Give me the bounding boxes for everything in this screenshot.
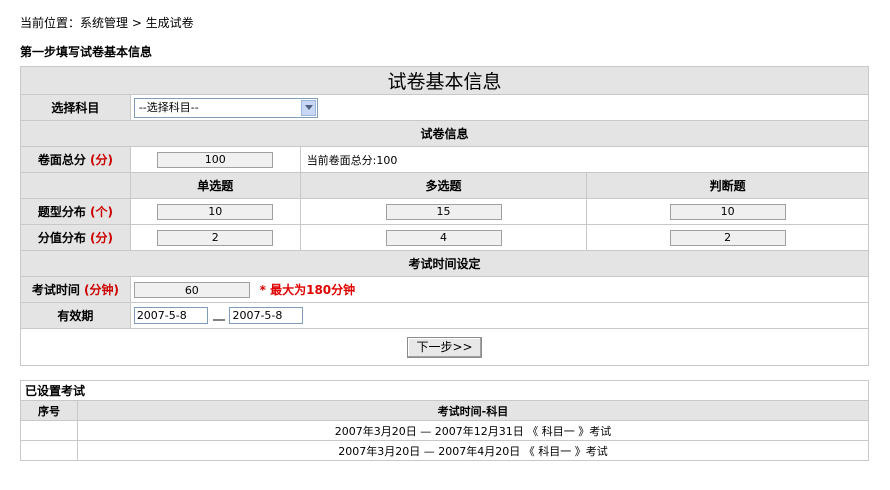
question-count-label: 题型分布 (个)	[20, 198, 131, 225]
validity-end-field[interactable]	[229, 307, 304, 324]
total-score-label: 卷面总分 (分)	[20, 146, 131, 173]
breadcrumb: 当前位置：系统管理 > 生成试卷	[20, 16, 194, 30]
validity-start-field[interactable]	[133, 307, 208, 324]
date-range-dash	[212, 319, 225, 320]
paper-info-table: 试卷基本信息 选择科目 --选择科目-- 试卷信息 卷面总分 (分) 当前卷面总…	[20, 66, 870, 366]
configured-exams-title: 已设置考试	[20, 380, 869, 401]
true-false-count-field[interactable]	[669, 203, 786, 220]
exam-index	[20, 440, 78, 461]
column-index: 序号	[20, 400, 78, 421]
single-choice-score-field[interactable]	[157, 229, 274, 246]
column-multi-choice: 多选题	[299, 172, 588, 199]
duration-max-note: * 最大为180分钟	[259, 282, 356, 297]
table-row: 2007年3月20日 — 2007年4月20日 《 科目一 》考试	[20, 440, 870, 461]
subject-select[interactable]: --选择科目--	[133, 97, 318, 118]
current-total-score: 当前卷面总分:100	[299, 146, 870, 173]
duration-field[interactable]	[133, 282, 250, 299]
step-title: 第一步填写试卷基本信息	[20, 45, 153, 59]
exam-description: 2007年3月20日 — 2007年12月31日 《 科目一 》考试	[76, 420, 870, 441]
multi-choice-count-field[interactable]	[385, 203, 502, 220]
chevron-down-icon[interactable]	[300, 99, 316, 116]
total-score-field[interactable]	[157, 151, 274, 168]
true-false-score-field[interactable]	[669, 229, 786, 246]
configured-exams-table: 已设置考试 序号 考试时间-科目 2007年3月20日 — 2007年12月31…	[20, 380, 870, 461]
exam-description: 2007年3月20日 — 2007年4月20日 《 科目一 》考试	[76, 440, 870, 461]
subject-label: 选择科目	[20, 94, 131, 121]
time-section-header: 考试时间设定	[20, 250, 869, 277]
column-true-false: 判断题	[586, 172, 869, 199]
score-distribution-label: 分值分布 (分)	[20, 224, 131, 251]
next-step-button[interactable]: 下一步>>	[407, 336, 482, 358]
paper-info-banner: 试卷基本信息	[20, 66, 869, 95]
validity-label: 有效期	[20, 302, 131, 329]
table-row: 2007年3月20日 — 2007年12月31日 《 科目一 》考试	[20, 420, 870, 441]
paper-section-header: 试卷信息	[20, 120, 869, 147]
column-single-choice: 单选题	[129, 172, 301, 199]
multi-choice-score-field[interactable]	[385, 229, 502, 246]
column-exam-time-subject: 考试时间-科目	[76, 400, 870, 421]
duration-label: 考试时间 (分钟)	[20, 276, 131, 303]
exam-index	[20, 420, 78, 441]
subject-select-value: --选择科目--	[138, 100, 199, 114]
single-choice-count-field[interactable]	[157, 203, 274, 220]
